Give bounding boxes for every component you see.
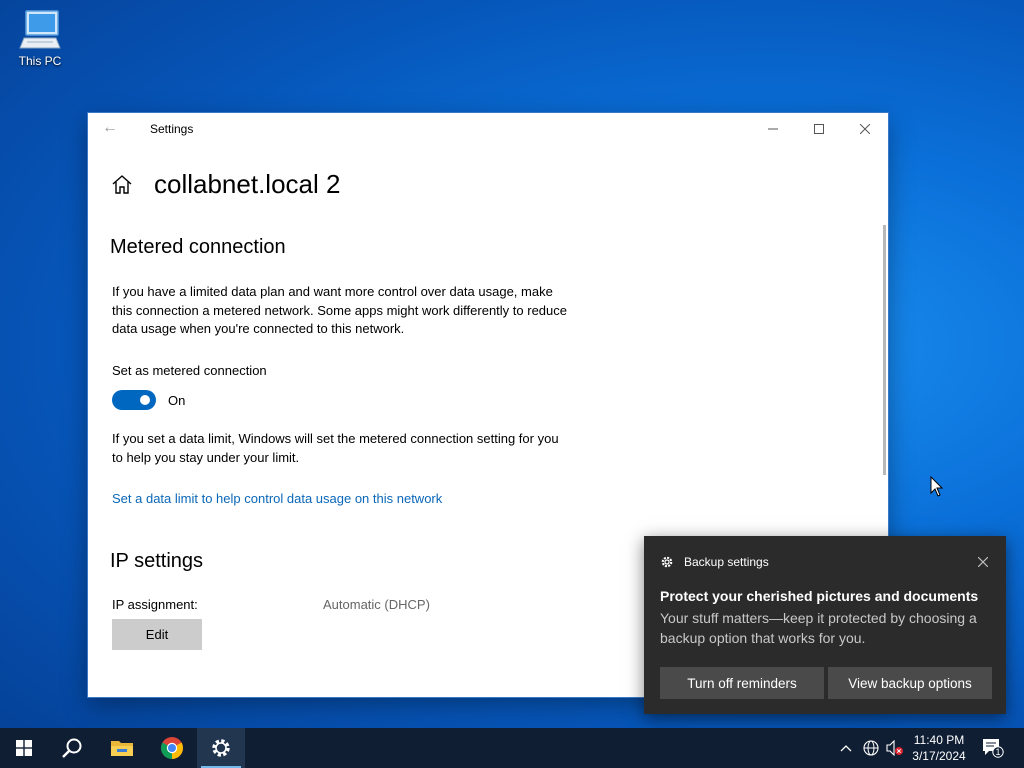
- minimize-icon: [768, 128, 778, 130]
- maximize-button[interactable]: [796, 113, 842, 145]
- toast-title: Protect your cherished pictures and docu…: [660, 588, 979, 604]
- toast-close-button[interactable]: [977, 554, 989, 572]
- page-title: collabnet.local 2: [154, 169, 341, 199]
- ip-assignment-label: IP assignment:: [112, 597, 198, 612]
- show-hidden-icons-button[interactable]: [836, 728, 856, 768]
- back-arrow-icon[interactable]: ←: [102, 119, 118, 137]
- toggle-state-text: On: [168, 393, 186, 408]
- edit-ip-button[interactable]: Edit: [112, 619, 202, 650]
- start-icon: [16, 740, 32, 756]
- data-limit-note: If you set a data limit, Windows will se…: [112, 431, 559, 465]
- minimize-button[interactable]: [750, 113, 796, 145]
- set-data-limit-link[interactable]: Set a data limit to help control data us…: [112, 491, 442, 506]
- page-header: collabnet.local 2: [110, 169, 340, 200]
- mouse-cursor-icon: [930, 476, 944, 497]
- close-icon: [977, 556, 989, 568]
- close-icon: [860, 124, 870, 134]
- globe-icon: [863, 740, 879, 756]
- metered-toggle-label: Set as metered connection: [112, 363, 267, 378]
- computer-icon: [19, 10, 61, 49]
- start-button[interactable]: [0, 728, 48, 768]
- clock-time: 11:40 PM: [913, 733, 965, 747]
- gear-icon: [661, 556, 673, 568]
- home-icon[interactable]: [110, 173, 134, 197]
- chrome-button[interactable]: [148, 728, 196, 768]
- metered-toggle-switch[interactable]: [112, 390, 156, 410]
- close-button[interactable]: [842, 113, 888, 145]
- settings-taskbar-button[interactable]: [197, 728, 245, 768]
- search-icon: [62, 738, 82, 758]
- file-explorer-button[interactable]: [98, 728, 146, 768]
- clock-date: 3/17/2024: [912, 749, 966, 763]
- maximize-icon: [814, 124, 824, 134]
- toast-app-name: Backup settings: [684, 555, 769, 569]
- action-center-button[interactable]: 1: [980, 728, 1006, 768]
- toast-header: Backup settings: [660, 555, 769, 569]
- network-tray-button[interactable]: [860, 728, 882, 768]
- scrollbar[interactable]: [883, 225, 886, 475]
- settings-icon: [212, 739, 230, 757]
- backup-notification-toast[interactable]: Backup settings Protect your cherished p…: [644, 536, 1006, 714]
- notification-count: 1: [995, 747, 1001, 757]
- taskbar: 11:40 PM 3/17/2024 1: [0, 728, 1024, 768]
- title-bar: ← Settings: [88, 113, 888, 145]
- view-backup-options-button[interactable]: View backup options: [828, 667, 992, 699]
- toast-body: Your stuff matters—keep it protected by …: [660, 610, 977, 646]
- chevron-up-icon: [840, 745, 852, 752]
- ip-assignment-value: Automatic (DHCP): [323, 597, 430, 612]
- taskbar-clock[interactable]: 11:40 PM 3/17/2024: [902, 732, 976, 764]
- turn-off-reminders-button[interactable]: Turn off reminders: [660, 667, 824, 699]
- desktop-icon-this-pc[interactable]: This PC: [12, 8, 68, 68]
- metered-description: If you have a limited data plan and want…: [112, 284, 567, 336]
- ip-settings-heading: IP settings: [110, 550, 204, 572]
- chrome-icon: [161, 737, 183, 759]
- window-title: Settings: [150, 122, 194, 136]
- desktop-icon-label: This PC: [18, 54, 62, 68]
- metered-connection-heading: Metered connection: [110, 236, 286, 258]
- toggle-knob: [140, 395, 150, 405]
- search-button[interactable]: [48, 728, 96, 768]
- file-explorer-icon: [111, 741, 133, 756]
